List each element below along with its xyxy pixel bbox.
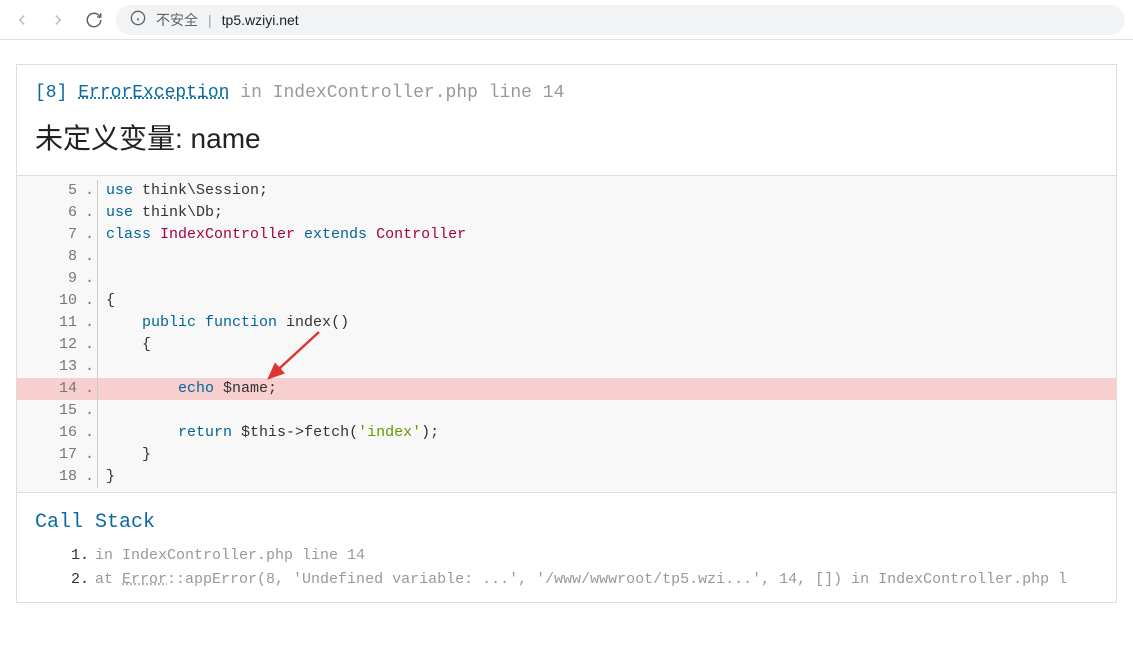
line-dot: . — [85, 400, 97, 422]
line-dot: . — [85, 312, 97, 334]
stack-row: 2.at Error::appError(8, 'Undefined varia… — [65, 568, 1098, 592]
gutter-separator — [97, 312, 98, 334]
error-line-no: 14 — [543, 83, 565, 103]
line-dot: . — [85, 444, 97, 466]
line-dot: . — [85, 202, 97, 224]
line-number: 12 — [17, 334, 85, 356]
stack-text: at Error::appError(8, 'Undefined variabl… — [95, 568, 1098, 592]
code-content: echo $name; — [106, 378, 277, 400]
line-dot: . — [85, 290, 97, 312]
code-line: 16. return $this->fetch('index'); — [17, 422, 1116, 444]
code-snippet: 5. use think\Session; 6. use think\Db; 7. cla… — [17, 175, 1116, 493]
code-line: 9. — [17, 268, 1116, 290]
gutter-separator — [97, 400, 98, 422]
reload-button[interactable] — [80, 6, 108, 34]
callstack-title: Call Stack — [17, 493, 1116, 544]
gutter-separator — [97, 202, 98, 224]
gutter-separator — [97, 246, 98, 268]
error-line-word: line — [489, 83, 532, 103]
line-dot: . — [85, 422, 97, 444]
code-content: } — [106, 466, 115, 488]
line-number: 17 — [17, 444, 85, 466]
line-dot: . — [85, 378, 97, 400]
security-label: 不安全 — [156, 10, 198, 30]
code-line: 17. } — [17, 444, 1116, 466]
line-dot: . — [85, 224, 97, 246]
code-content: use think\Session; — [106, 180, 268, 202]
code-content: return $this->fetch('index'); — [106, 422, 439, 444]
gutter-separator — [97, 334, 98, 356]
gutter-separator — [97, 444, 98, 466]
code-line: 8. — [17, 246, 1116, 268]
code-content: public function index() — [106, 312, 349, 334]
line-number: 13 — [17, 356, 85, 378]
stack-index: 1. — [65, 544, 89, 568]
error-title: 未定义变量: name — [17, 111, 1116, 175]
line-dot: . — [85, 246, 97, 268]
code-line: 6. use think\Db; — [17, 202, 1116, 224]
browser-toolbar: 不安全 | tp5.wziyi.net — [0, 0, 1133, 40]
gutter-separator — [97, 422, 98, 444]
separator: | — [208, 12, 212, 28]
code-content: { — [106, 334, 151, 356]
code-content: } — [106, 444, 151, 466]
error-code: [8] — [35, 83, 67, 103]
line-number: 5 — [17, 180, 85, 202]
info-icon — [130, 10, 146, 29]
code-line: 5. use think\Session; — [17, 180, 1116, 202]
gutter-separator — [97, 290, 98, 312]
callstack-list: 1.in IndexController.php line 142.at Err… — [17, 544, 1116, 602]
line-number: 15 — [17, 400, 85, 422]
code-content: { — [106, 290, 115, 312]
line-number: 8 — [17, 246, 85, 268]
line-number: 10 — [17, 290, 85, 312]
back-button[interactable] — [8, 6, 36, 34]
gutter-separator — [97, 356, 98, 378]
code-line: 12. { — [17, 334, 1116, 356]
stack-row: 1.in IndexController.php line 14 — [65, 544, 1098, 568]
line-number: 18 — [17, 466, 85, 488]
line-number: 6 — [17, 202, 85, 224]
error-exception[interactable]: ErrorException — [78, 83, 229, 103]
gutter-separator — [97, 466, 98, 488]
gutter-separator — [97, 268, 98, 290]
code-content: class IndexController extends Controller — [106, 224, 466, 246]
error-file: IndexController.php — [273, 83, 478, 103]
page-body: [8] ErrorException in IndexController.ph… — [0, 40, 1133, 603]
code-line: 14. echo $name; — [17, 378, 1116, 400]
forward-button[interactable] — [44, 6, 72, 34]
code-line: 10. { — [17, 290, 1116, 312]
line-number: 11 — [17, 312, 85, 334]
gutter-separator — [97, 378, 98, 400]
url-text: tp5.wziyi.net — [222, 12, 299, 28]
line-dot: . — [85, 356, 97, 378]
code-content: use think\Db; — [106, 202, 223, 224]
line-dot: . — [85, 466, 97, 488]
stack-index: 2. — [65, 568, 89, 592]
line-number: 9 — [17, 268, 85, 290]
code-line: 18.} — [17, 466, 1116, 488]
gutter-separator — [97, 224, 98, 246]
code-line: 13. — [17, 356, 1116, 378]
error-header: [8] ErrorException in IndexController.ph… — [17, 65, 1116, 111]
code-line: 7. class IndexController extends Controll… — [17, 224, 1116, 246]
line-number: 14 — [17, 378, 85, 400]
line-number: 7 — [17, 224, 85, 246]
line-number: 16 — [17, 422, 85, 444]
error-card: [8] ErrorException in IndexController.ph… — [16, 64, 1117, 603]
stack-text: in IndexController.php line 14 — [95, 544, 1098, 568]
error-in-word: in — [240, 83, 262, 103]
gutter-separator — [97, 180, 98, 202]
code-line: 15. — [17, 400, 1116, 422]
address-bar[interactable]: 不安全 | tp5.wziyi.net — [116, 5, 1125, 35]
code-line: 11. public function index() — [17, 312, 1116, 334]
line-dot: . — [85, 268, 97, 290]
line-dot: . — [85, 180, 97, 202]
line-dot: . — [85, 334, 97, 356]
